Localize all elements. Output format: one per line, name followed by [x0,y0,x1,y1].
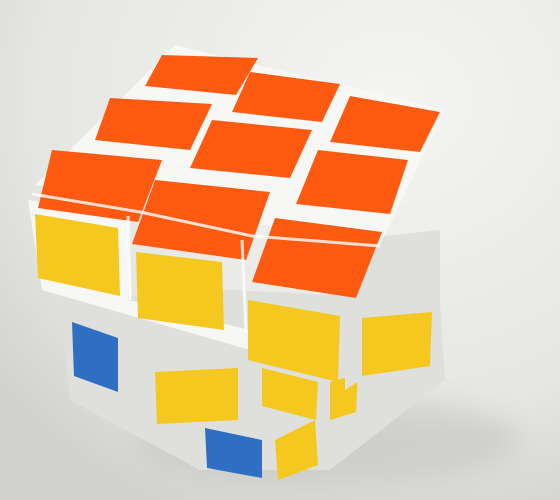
edge-highlight [126,215,132,301]
yellow-sticker [362,312,432,376]
rubiks-cube-photo [0,0,560,500]
yellow-sticker [155,368,238,424]
orange-sticker [190,120,312,178]
yellow-sticker [136,252,224,330]
